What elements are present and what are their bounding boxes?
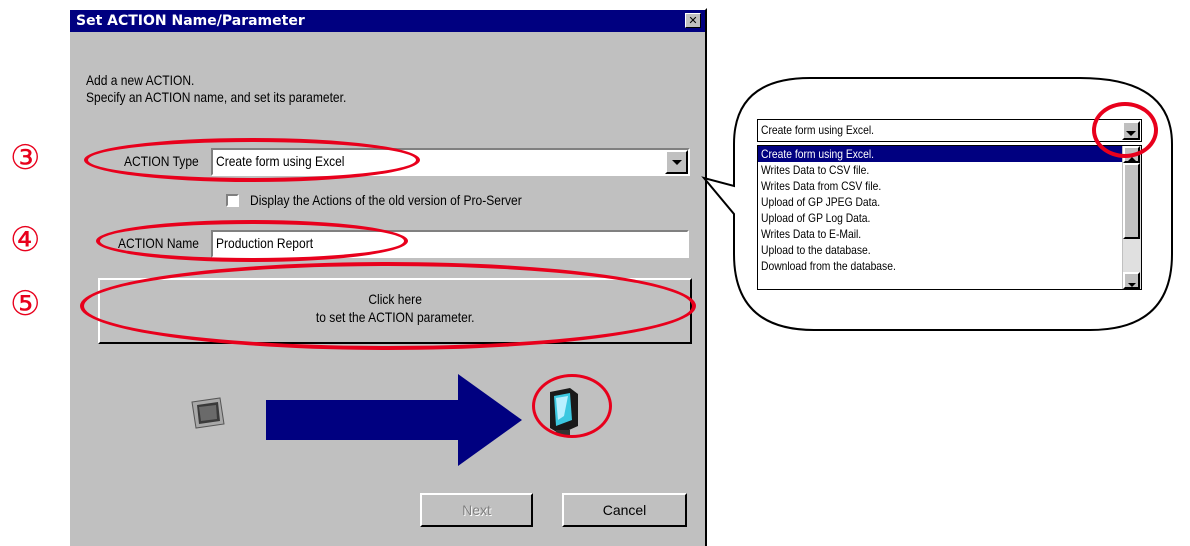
scroll-down-button[interactable] — [1123, 272, 1140, 289]
intro-line-2: Specify an ACTION name, and set its para… — [86, 89, 347, 105]
callout-options-list: Create form using Excel. Writes Data to … — [757, 145, 1142, 290]
highlight-ellipse-parameter-button — [80, 262, 696, 350]
dialog-titlebar: Set ACTION Name/Parameter ✕ — [70, 10, 705, 32]
highlight-ellipse-action-name — [96, 220, 408, 262]
callout-scrollbar[interactable] — [1122, 146, 1141, 289]
highlight-ellipse-dropdown — [1092, 102, 1158, 158]
next-button[interactable]: Next — [420, 493, 533, 527]
step-marker-4: ④ — [10, 220, 41, 260]
panel-display-icon — [191, 397, 225, 429]
chevron-down-icon — [1127, 283, 1136, 287]
callout-selected-value: Create form using Excel. — [761, 123, 874, 137]
option-label: Upload of GP Log Data. — [761, 211, 871, 225]
highlight-ellipse-pc-icon — [532, 374, 612, 438]
list-item[interactable]: Writes Data from CSV file. — [758, 178, 1124, 194]
old-version-checkbox-label: Display the Actions of the old version o… — [250, 192, 522, 208]
option-label: Writes Data to CSV file. — [761, 163, 870, 177]
option-label: Writes Data from CSV file. — [761, 179, 882, 193]
option-label: Upload of GP JPEG Data. — [761, 195, 881, 209]
close-icon[interactable]: ✕ — [685, 13, 701, 28]
scroll-thumb[interactable] — [1123, 163, 1140, 239]
list-item[interactable]: Create form using Excel. — [758, 146, 1124, 162]
chevron-down-icon — [671, 160, 682, 165]
list-item[interactable]: Download from the database. — [758, 258, 1124, 274]
option-label: Upload to the database. — [761, 243, 871, 257]
option-label: Download from the database. — [761, 259, 896, 273]
callout-action-type-field[interactable]: Create form using Excel. — [757, 119, 1142, 142]
action-type-dropdown-button[interactable] — [665, 150, 688, 174]
option-label: Writes Data to E-Mail. — [761, 227, 862, 241]
intro-line-1: Add a new ACTION. — [86, 72, 195, 88]
dialog-title: Set ACTION Name/Parameter — [76, 13, 305, 29]
old-version-checkbox[interactable] — [226, 194, 239, 207]
list-item[interactable]: Writes Data to E-Mail. — [758, 226, 1124, 242]
list-item[interactable]: Upload of GP JPEG Data. — [758, 194, 1124, 210]
step-marker-5: ⑤ — [10, 284, 41, 324]
list-item[interactable]: Upload to the database. — [758, 242, 1124, 258]
list-item[interactable]: Upload of GP Log Data. — [758, 210, 1124, 226]
list-item[interactable]: Writes Data to CSV file. — [758, 162, 1124, 178]
cancel-button[interactable]: Cancel — [562, 493, 687, 527]
option-label: Create form using Excel. — [761, 147, 874, 161]
step-marker-3: ③ — [10, 138, 41, 178]
arrow-icon — [266, 374, 522, 466]
highlight-ellipse-action-type — [84, 138, 420, 182]
